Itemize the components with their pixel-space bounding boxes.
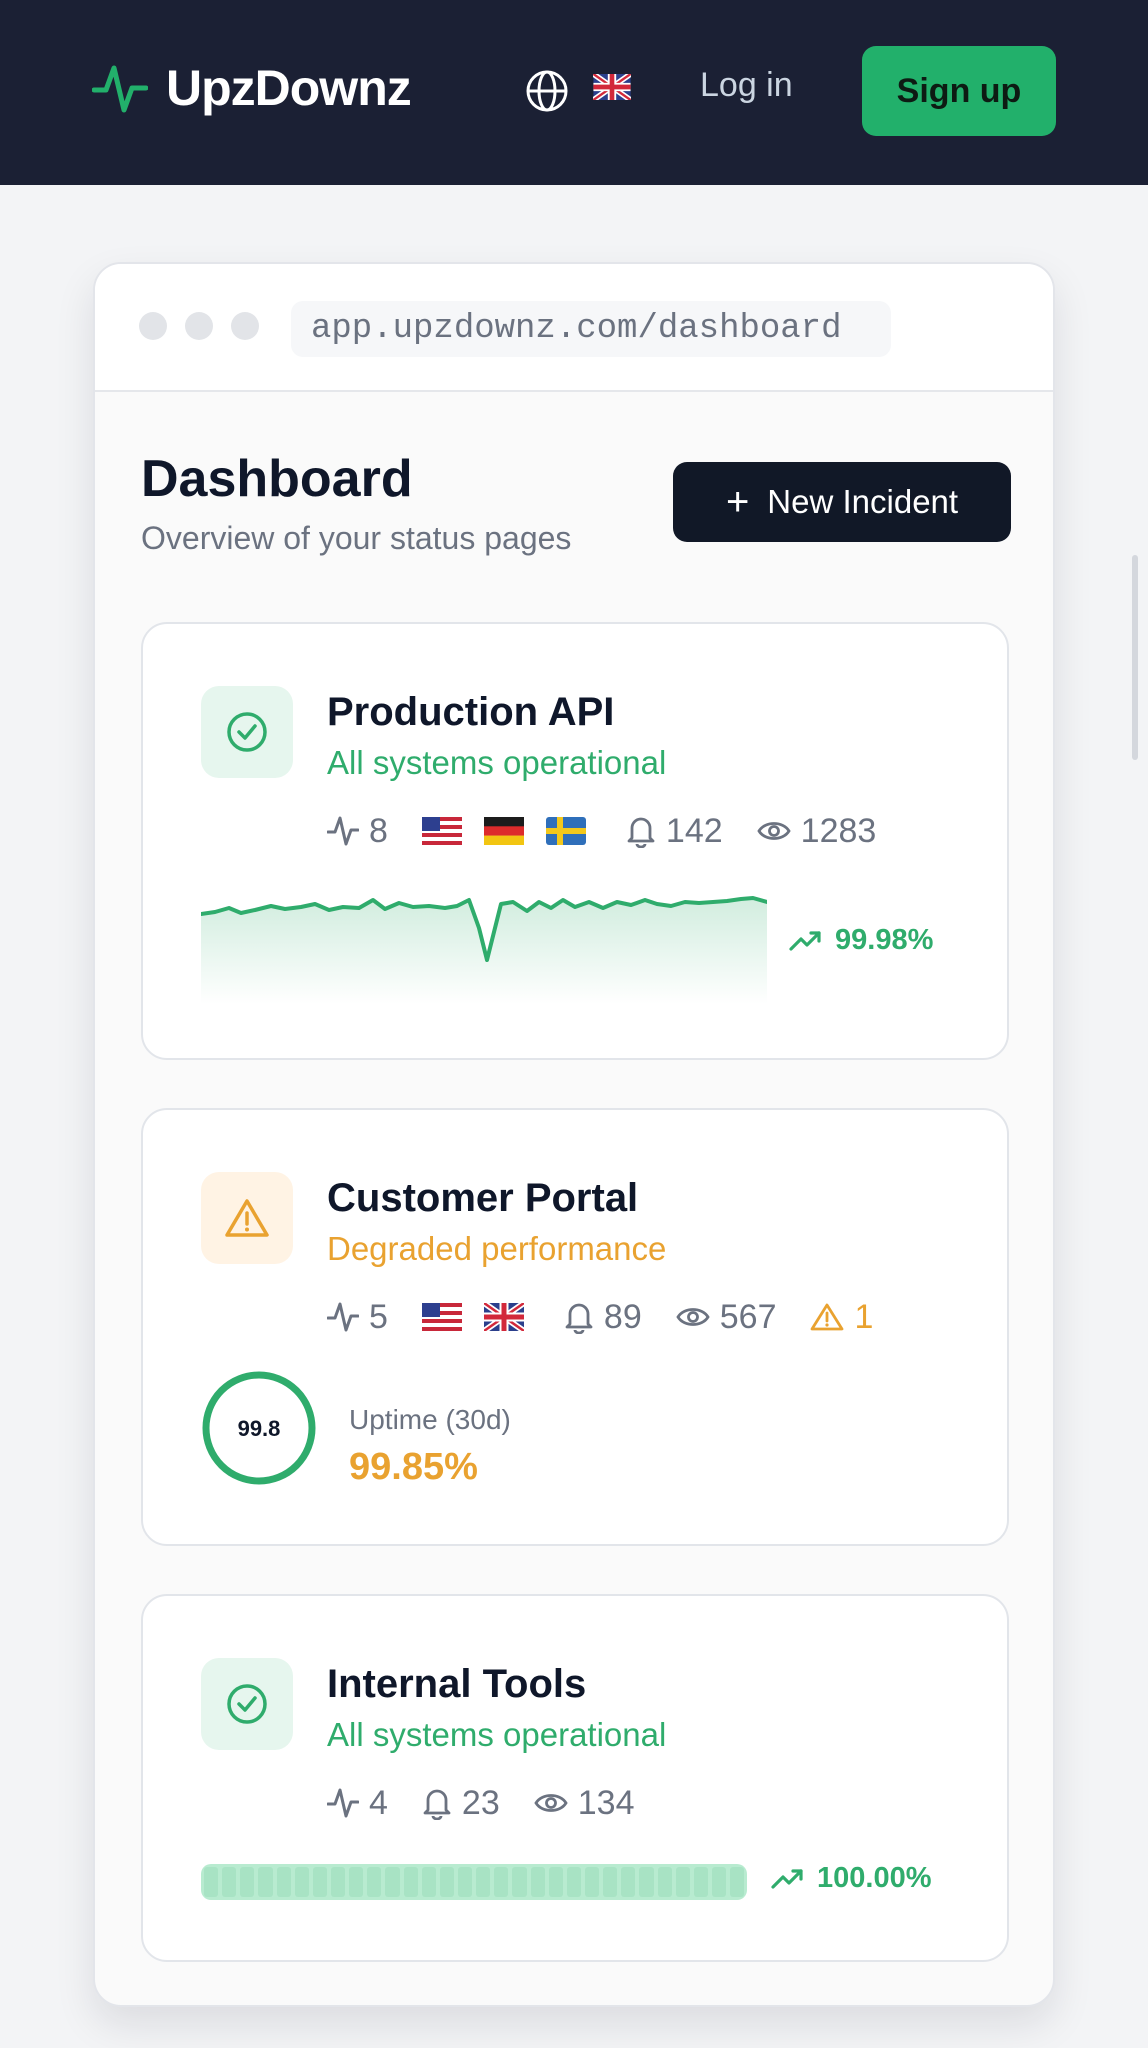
check-circle-icon (227, 1684, 267, 1724)
uk-flag-icon[interactable] (593, 74, 631, 100)
subscribers-count: 23 (461, 1783, 500, 1822)
top-navbar: UpzDownz Log in Sign up (0, 0, 1148, 185)
status-tile (201, 1658, 293, 1750)
bell-icon (627, 817, 655, 848)
activity-icon (327, 1302, 359, 1332)
uptime-value: 99.85% (349, 1446, 478, 1488)
monitors-stat: 4 (327, 1784, 388, 1823)
brand-name: UpzDownz (166, 60, 412, 116)
uptime-percent: 99.98% (835, 924, 934, 956)
eye-icon (676, 1308, 710, 1326)
subscribers-stat: 23 (422, 1784, 500, 1823)
se-flag-icon (545, 817, 586, 845)
window-dot (139, 312, 167, 340)
ring-value: 99.8 (238, 1416, 281, 1441)
signup-button[interactable]: Sign up (862, 46, 1056, 136)
views-count: 567 (719, 1297, 777, 1336)
bell-icon (565, 1303, 593, 1334)
login-link[interactable]: Log in (700, 66, 793, 105)
uptime-percent: 100.00% (817, 1862, 932, 1894)
uptime-label: Uptime (30d) (349, 1404, 511, 1435)
browser-window: app.upzdownz.com/dashboard Dashboard Ove… (93, 262, 1055, 2007)
monitors-stat: 8 (327, 812, 388, 851)
card-meta: 8 142 1283 (327, 810, 910, 852)
monitors-count: 5 (369, 1297, 388, 1336)
incidents-stat: 1 (810, 1298, 873, 1337)
activity-icon (327, 1788, 359, 1818)
trending-up-icon (789, 930, 821, 951)
card-title: Production API (327, 690, 615, 734)
card-status: All systems operational (327, 1716, 667, 1753)
plus-icon: + (725, 480, 750, 524)
views-stat: 134 (534, 1783, 635, 1823)
uptime-ring: 99.8 (202, 1371, 316, 1485)
region-flags (421, 1303, 524, 1331)
check-circle-icon (227, 712, 267, 752)
monitors-stat: 5 (327, 1298, 388, 1337)
uptime-trend: 99.98% (789, 924, 933, 957)
window-dot (231, 312, 259, 340)
eye-icon (534, 1794, 568, 1812)
card-title: Internal Tools (327, 1662, 587, 1706)
uptime-sparkline (201, 896, 767, 1004)
status-page-card[interactable]: Customer Portal Degraded performance 5 8… (141, 1108, 1009, 1546)
incidents-count: 1 (854, 1297, 874, 1336)
views-count: 1283 (800, 811, 877, 850)
warning-icon (225, 1199, 269, 1237)
views-stat: 567 (676, 1297, 777, 1337)
views-count: 134 (577, 1783, 635, 1822)
eye-icon (757, 822, 791, 840)
monitors-count: 4 (369, 1783, 388, 1822)
status-tile (201, 686, 293, 778)
subscribers-stat: 142 (626, 812, 723, 851)
brand-logo[interactable]: UpzDownz (92, 58, 412, 118)
subscribers-count: 89 (603, 1297, 642, 1336)
status-page-card[interactable]: Internal Tools All systems operational 4… (141, 1594, 1009, 1962)
region-flags (421, 817, 586, 845)
subscribers-stat: 89 (564, 1298, 642, 1337)
card-meta: 4 23 134 (327, 1782, 668, 1824)
bell-icon (423, 1789, 451, 1820)
de-flag-icon (483, 817, 524, 845)
globe-icon[interactable] (524, 68, 570, 114)
monitors-count: 8 (369, 811, 388, 850)
card-status: Degraded performance (327, 1230, 667, 1267)
activity-icon (327, 816, 359, 846)
warning-icon (811, 1303, 844, 1331)
subscribers-count: 142 (665, 811, 723, 850)
url-bar: app.upzdownz.com/dashboard (291, 301, 891, 357)
views-stat: 1283 (757, 811, 877, 851)
uk-flag-icon (483, 1303, 524, 1331)
window-dot (185, 312, 213, 340)
card-meta: 5 89 567 1 (327, 1296, 907, 1338)
uptime-trend: 100.00% (771, 1862, 932, 1895)
page-subtitle: Overview of your status pages (141, 520, 572, 556)
scrollbar-thumb[interactable] (1132, 555, 1138, 760)
new-incident-button[interactable]: + New Incident (673, 462, 1011, 542)
us-flag-icon (421, 817, 462, 845)
browser-chrome: app.upzdownz.com/dashboard (95, 264, 1053, 392)
uptime-bar (201, 1864, 747, 1900)
page-title: Dashboard (141, 450, 413, 508)
card-title: Customer Portal (327, 1176, 639, 1220)
card-status: All systems operational (327, 744, 667, 781)
status-tile (201, 1172, 293, 1264)
status-page-card[interactable]: Production API All systems operational 8 (141, 622, 1009, 1060)
trending-up-icon (771, 1868, 803, 1889)
new-incident-label: New Incident (767, 483, 959, 520)
pulse-logo-icon (92, 65, 148, 113)
us-flag-icon (421, 1303, 462, 1331)
